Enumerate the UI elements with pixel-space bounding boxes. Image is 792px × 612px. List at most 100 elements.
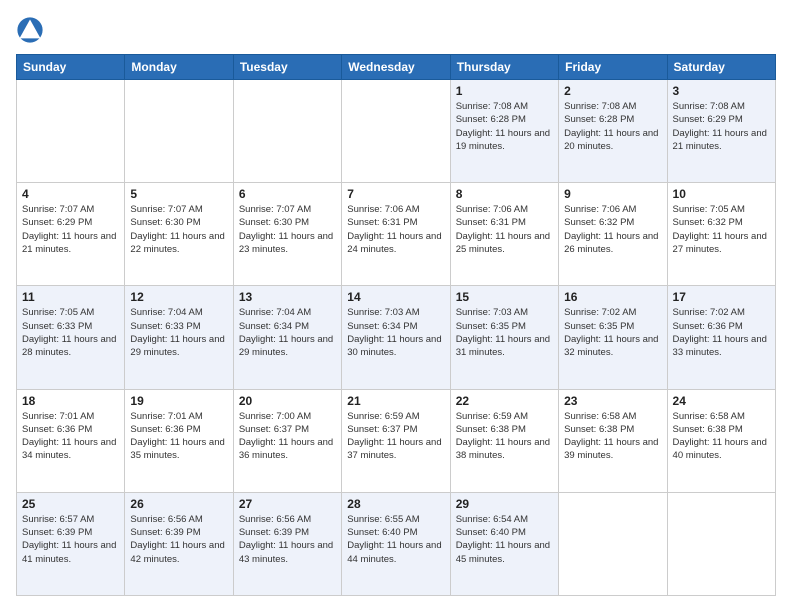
day-info: Sunrise: 6:55 AMSunset: 6:40 PMDaylight:… — [347, 513, 444, 566]
day-info: Sunrise: 7:01 AMSunset: 6:36 PMDaylight:… — [22, 410, 119, 463]
calendar-cell: 13 Sunrise: 7:04 AMSunset: 6:34 PMDayligh… — [233, 286, 341, 389]
calendar-cell: 10 Sunrise: 7:05 AMSunset: 6:32 PMDayligh… — [667, 183, 775, 286]
day-info: Sunrise: 7:08 AMSunset: 6:28 PMDaylight:… — [456, 100, 553, 153]
day-info: Sunrise: 6:57 AMSunset: 6:39 PMDaylight:… — [22, 513, 119, 566]
day-info: Sunrise: 7:08 AMSunset: 6:28 PMDaylight:… — [564, 100, 661, 153]
day-number: 21 — [347, 394, 444, 408]
calendar-cell — [667, 492, 775, 595]
calendar-cell: 8Sunrise: 7:06 AMSunset: 6:31 PMDaylight… — [450, 183, 558, 286]
day-number: 1 — [456, 84, 553, 98]
logo — [16, 16, 48, 44]
day-info: Sunrise: 7:07 AMSunset: 6:30 PMDaylight:… — [239, 203, 336, 256]
day-info: Sunrise: 7:08 AMSunset: 6:29 PMDaylight:… — [673, 100, 770, 153]
weekday-header-friday: Friday — [559, 55, 667, 80]
day-info: Sunrise: 6:58 AMSunset: 6:38 PMDaylight:… — [564, 410, 661, 463]
calendar-cell: 12 Sunrise: 7:04 AMSunset: 6:33 PMDayligh… — [125, 286, 233, 389]
day-info: Sunrise: 7:06 AMSunset: 6:31 PMDaylight:… — [456, 203, 553, 256]
day-info: Sunrise: 7:04 AMSunset: 6:33 PMDaylight:… — [130, 306, 227, 359]
calendar-cell: 23 Sunrise: 6:58 AMSunset: 6:38 PMDayligh… — [559, 389, 667, 492]
calendar-week-row: 1 Sunrise: 7:08 AMSunset: 6:28 PMDaylight… — [17, 80, 776, 183]
calendar-cell: 17 Sunrise: 7:02 AMSunset: 6:36 PMDayligh… — [667, 286, 775, 389]
calendar-cell: 16 Sunrise: 7:02 AMSunset: 6:35 PMDayligh… — [559, 286, 667, 389]
calendar-cell: 20Sunrise: 7:00 AMSunset: 6:37 PMDayligh… — [233, 389, 341, 492]
calendar-table: SundayMondayTuesdayWednesdayThursdayFrid… — [16, 54, 776, 596]
day-number: 26 — [130, 497, 227, 511]
day-number: 6 — [239, 187, 336, 201]
day-info: Sunrise: 7:04 AMSunset: 6:34 PMDaylight:… — [239, 306, 336, 359]
day-info: Sunrise: 7:02 AMSunset: 6:35 PMDaylight:… — [564, 306, 661, 359]
day-info: Sunrise: 7:00 AMSunset: 6:37 PMDaylight:… — [239, 410, 336, 463]
day-info: Sunrise: 6:58 AMSunset: 6:38 PMDaylight:… — [673, 410, 770, 463]
calendar-cell: 2 Sunrise: 7:08 AMSunset: 6:28 PMDaylight… — [559, 80, 667, 183]
calendar-cell: 7 Sunrise: 7:06 AMSunset: 6:31 PMDaylight… — [342, 183, 450, 286]
calendar-week-row: 4 Sunrise: 7:07 AMSunset: 6:29 PMDaylight… — [17, 183, 776, 286]
weekday-header-monday: Monday — [125, 55, 233, 80]
day-info: Sunrise: 7:07 AMSunset: 6:30 PMDaylight:… — [130, 203, 227, 256]
day-number: 11 — [22, 290, 119, 304]
calendar-cell: 6 Sunrise: 7:07 AMSunset: 6:30 PMDaylight… — [233, 183, 341, 286]
day-info: Sunrise: 7:05 AMSunset: 6:32 PMDaylight:… — [673, 203, 770, 256]
day-number: 28 — [347, 497, 444, 511]
day-number: 23 — [564, 394, 661, 408]
day-number: 13 — [239, 290, 336, 304]
day-number: 4 — [22, 187, 119, 201]
day-number: 17 — [673, 290, 770, 304]
calendar-cell: 11 Sunrise: 7:05 AMSunset: 6:33 PMDayligh… — [17, 286, 125, 389]
calendar-cell: 25 Sunrise: 6:57 AMSunset: 6:39 PMDayligh… — [17, 492, 125, 595]
day-info: Sunrise: 7:02 AMSunset: 6:36 PMDaylight:… — [673, 306, 770, 359]
calendar-week-row: 18 Sunrise: 7:01 AMSunset: 6:36 PMDayligh… — [17, 389, 776, 492]
calendar-cell: 3 Sunrise: 7:08 AMSunset: 6:29 PMDaylight… — [667, 80, 775, 183]
calendar-cell: 15 Sunrise: 7:03 AMSunset: 6:35 PMDayligh… — [450, 286, 558, 389]
calendar-cell: 5 Sunrise: 7:07 AMSunset: 6:30 PMDaylight… — [125, 183, 233, 286]
day-number: 14 — [347, 290, 444, 304]
header — [16, 16, 776, 44]
day-number: 10 — [673, 187, 770, 201]
day-number: 22 — [456, 394, 553, 408]
day-number: 25 — [22, 497, 119, 511]
weekday-header-wednesday: Wednesday — [342, 55, 450, 80]
calendar-cell: 18 Sunrise: 7:01 AMSunset: 6:36 PMDayligh… — [17, 389, 125, 492]
weekday-header-tuesday: Tuesday — [233, 55, 341, 80]
logo-icon — [16, 16, 44, 44]
day-info: Sunrise: 7:03 AMSunset: 6:34 PMDaylight:… — [347, 306, 444, 359]
calendar-cell — [342, 80, 450, 183]
day-info: Sunrise: 7:06 AMSunset: 6:31 PMDaylight:… — [347, 203, 444, 256]
day-number: 15 — [456, 290, 553, 304]
day-info: Sunrise: 6:59 AMSunset: 6:37 PMDaylight:… — [347, 410, 444, 463]
day-number: 12 — [130, 290, 227, 304]
calendar-cell: 29Sunrise: 6:54 AMSunset: 6:40 PMDayligh… — [450, 492, 558, 595]
calendar-cell — [125, 80, 233, 183]
day-number: 3 — [673, 84, 770, 98]
day-info: Sunrise: 7:05 AMSunset: 6:33 PMDaylight:… — [22, 306, 119, 359]
calendar-cell — [559, 492, 667, 595]
calendar-week-row: 25 Sunrise: 6:57 AMSunset: 6:39 PMDayligh… — [17, 492, 776, 595]
day-number: 7 — [347, 187, 444, 201]
calendar-cell: 21 Sunrise: 6:59 AMSunset: 6:37 PMDayligh… — [342, 389, 450, 492]
day-number: 24 — [673, 394, 770, 408]
calendar-cell — [233, 80, 341, 183]
page: SundayMondayTuesdayWednesdayThursdayFrid… — [0, 0, 792, 612]
day-number: 18 — [22, 394, 119, 408]
day-number: 2 — [564, 84, 661, 98]
day-number: 5 — [130, 187, 227, 201]
calendar-cell: 26 Sunrise: 6:56 AMSunset: 6:39 PMDayligh… — [125, 492, 233, 595]
calendar-cell: 4 Sunrise: 7:07 AMSunset: 6:29 PMDaylight… — [17, 183, 125, 286]
day-info: Sunrise: 6:56 AMSunset: 6:39 PMDaylight:… — [239, 513, 336, 566]
day-info: Sunrise: 6:56 AMSunset: 6:39 PMDaylight:… — [130, 513, 227, 566]
day-info: Sunrise: 6:54 AMSunset: 6:40 PMDaylight:… — [456, 513, 553, 566]
calendar-cell: 27 Sunrise: 6:56 AMSunset: 6:39 PMDayligh… — [233, 492, 341, 595]
weekday-header-saturday: Saturday — [667, 55, 775, 80]
day-info: Sunrise: 7:07 AMSunset: 6:29 PMDaylight:… — [22, 203, 119, 256]
day-number: 27 — [239, 497, 336, 511]
calendar-cell: 24 Sunrise: 6:58 AMSunset: 6:38 PMDayligh… — [667, 389, 775, 492]
calendar-cell: 19Sunrise: 7:01 AMSunset: 6:36 PMDayligh… — [125, 389, 233, 492]
day-number: 9 — [564, 187, 661, 201]
weekday-header-row: SundayMondayTuesdayWednesdayThursdayFrid… — [17, 55, 776, 80]
day-number: 16 — [564, 290, 661, 304]
calendar-cell: 9Sunrise: 7:06 AMSunset: 6:32 PMDaylight… — [559, 183, 667, 286]
calendar-week-row: 11 Sunrise: 7:05 AMSunset: 6:33 PMDayligh… — [17, 286, 776, 389]
day-info: Sunrise: 6:59 AMSunset: 6:38 PMDaylight:… — [456, 410, 553, 463]
day-info: Sunrise: 7:01 AMSunset: 6:36 PMDaylight:… — [130, 410, 227, 463]
day-info: Sunrise: 7:03 AMSunset: 6:35 PMDaylight:… — [456, 306, 553, 359]
calendar-cell — [17, 80, 125, 183]
